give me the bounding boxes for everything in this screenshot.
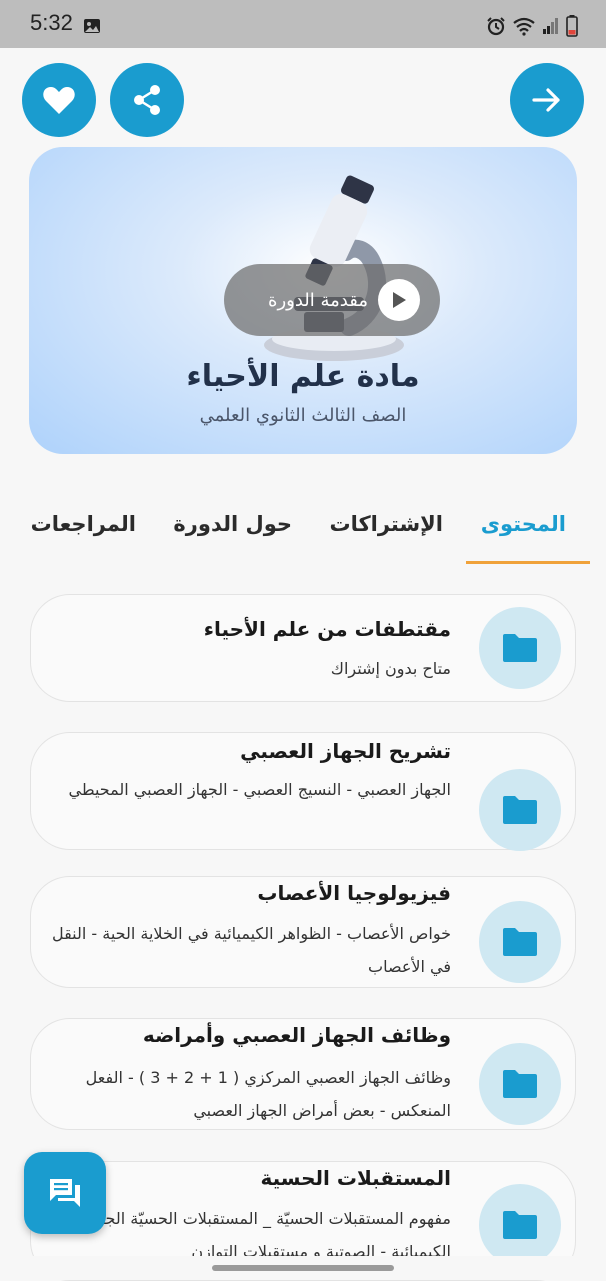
- tab-subscriptions[interactable]: الإشتراكات: [329, 512, 443, 536]
- course-tabs: المحتوى الإشتراكات حول الدورة المراجعات: [0, 490, 606, 564]
- folder-icon: [479, 769, 561, 851]
- chat-icon: [50, 1179, 80, 1207]
- active-tab-indicator: [466, 561, 590, 564]
- favorite-button[interactable]: [22, 63, 96, 137]
- course-intro-button[interactable]: مقدمة الدورة: [224, 264, 440, 336]
- share-button[interactable]: [110, 63, 184, 137]
- folder-icon: [479, 607, 561, 689]
- tab-reviews[interactable]: المراجعات: [31, 512, 136, 536]
- signal-icon: [543, 18, 558, 34]
- unit-title: فيزيولوجيا الأعصاب: [257, 881, 451, 905]
- folder-icon: [479, 1043, 561, 1125]
- alarm-icon: [487, 17, 505, 36]
- unit-card[interactable]: مقتطفات من علم الأحياء متاح بدون إشتراك: [30, 594, 576, 702]
- tab-content[interactable]: المحتوى: [481, 512, 566, 536]
- status-bar: 5:32: [0, 0, 606, 48]
- course-title: مادة علم الأحياء: [186, 359, 420, 394]
- status-time: 5:32: [30, 10, 73, 35]
- share-icon: [134, 85, 160, 115]
- unit-description: خواص الأعصاب - الظواهر الكيميائية في الخ…: [51, 924, 451, 976]
- unit-card[interactable]: فيزيولوجيا الأعصاب خواص الأعصاب - الظواه…: [30, 876, 576, 988]
- folder-icon: [479, 901, 561, 983]
- course-banner: مقدمة الدورة مادة علم الأحياء الصف الثال…: [29, 147, 577, 454]
- battery-icon: [566, 15, 578, 37]
- unit-description: متاح بدون إشتراك: [330, 659, 451, 678]
- arrow-right-icon: [532, 88, 560, 112]
- unit-description: الجهاز العصبي - النسيج العصبي - الجهاز ا…: [68, 780, 451, 799]
- unit-card[interactable]: تشريح الجهاز العصبي الجهاز العصبي - النس…: [30, 732, 576, 851]
- course-intro-label: مقدمة الدورة: [268, 289, 368, 311]
- wifi-icon: [513, 17, 535, 36]
- chat-button[interactable]: [24, 1152, 106, 1234]
- back-button[interactable]: [510, 63, 584, 137]
- unit-card[interactable]: وظائف الجهاز العصبي وأمراضه وظائف الجهاز…: [30, 1018, 576, 1130]
- navigation-handle[interactable]: [212, 1265, 394, 1271]
- tab-about-course[interactable]: حول الدورة: [173, 512, 292, 536]
- folder-icon: [479, 1184, 561, 1266]
- status-icons: [486, 15, 578, 37]
- gallery-notification-icon: [84, 19, 100, 33]
- unit-title: المستقبلات الحسية: [260, 1166, 451, 1190]
- unit-description: وظائف الجهاز العصبي المركزي ( 1 + 2 + 3 …: [85, 1068, 451, 1120]
- heart-icon: [43, 87, 75, 114]
- unit-title: تشريح الجهاز العصبي: [240, 739, 451, 763]
- course-subtitle: الصف الثالث الثانوي العلمي: [199, 405, 407, 426]
- unit-title: مقتطفات من علم الأحياء: [203, 617, 451, 641]
- play-icon: [378, 279, 420, 321]
- unit-title: وظائف الجهاز العصبي وأمراضه: [142, 1023, 451, 1047]
